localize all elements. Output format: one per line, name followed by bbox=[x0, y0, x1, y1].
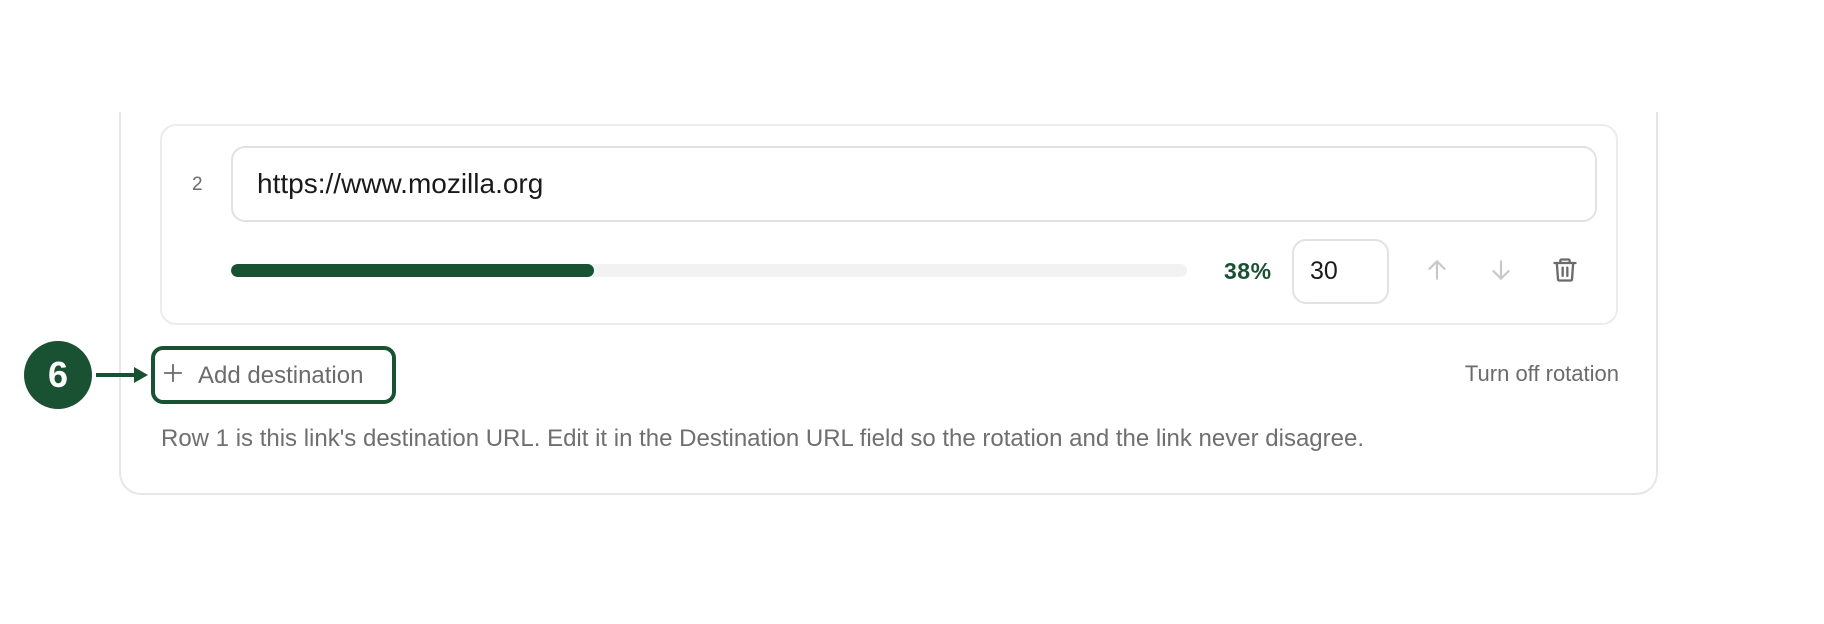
weight-percent: 38% bbox=[1224, 258, 1272, 284]
help-text: Row 1 is this link's destination URL. Ed… bbox=[161, 425, 1364, 452]
row-index: 2 bbox=[192, 174, 203, 195]
destination-url-input[interactable] bbox=[231, 146, 1597, 222]
arrow-up-icon bbox=[1424, 257, 1450, 286]
step-badge: 6 bbox=[24, 341, 92, 409]
add-destination-button[interactable]: Add destination bbox=[162, 356, 363, 396]
plus-icon bbox=[162, 362, 184, 391]
arrow-down-icon bbox=[1488, 257, 1514, 286]
rotation-editor: 2 38% bbox=[0, 0, 1824, 624]
trash-icon bbox=[1551, 256, 1579, 287]
turn-off-rotation-link[interactable]: Turn off rotation bbox=[1465, 361, 1619, 387]
weight-input[interactable] bbox=[1292, 239, 1389, 304]
move-up-button[interactable] bbox=[1417, 251, 1457, 291]
weight-bar-fill bbox=[231, 264, 595, 277]
weight-bar bbox=[231, 264, 1187, 277]
move-down-button[interactable] bbox=[1481, 251, 1521, 291]
delete-destination-button[interactable] bbox=[1545, 251, 1585, 291]
add-destination-label: Add destination bbox=[198, 362, 364, 389]
callout-arrow-icon bbox=[94, 363, 150, 392]
